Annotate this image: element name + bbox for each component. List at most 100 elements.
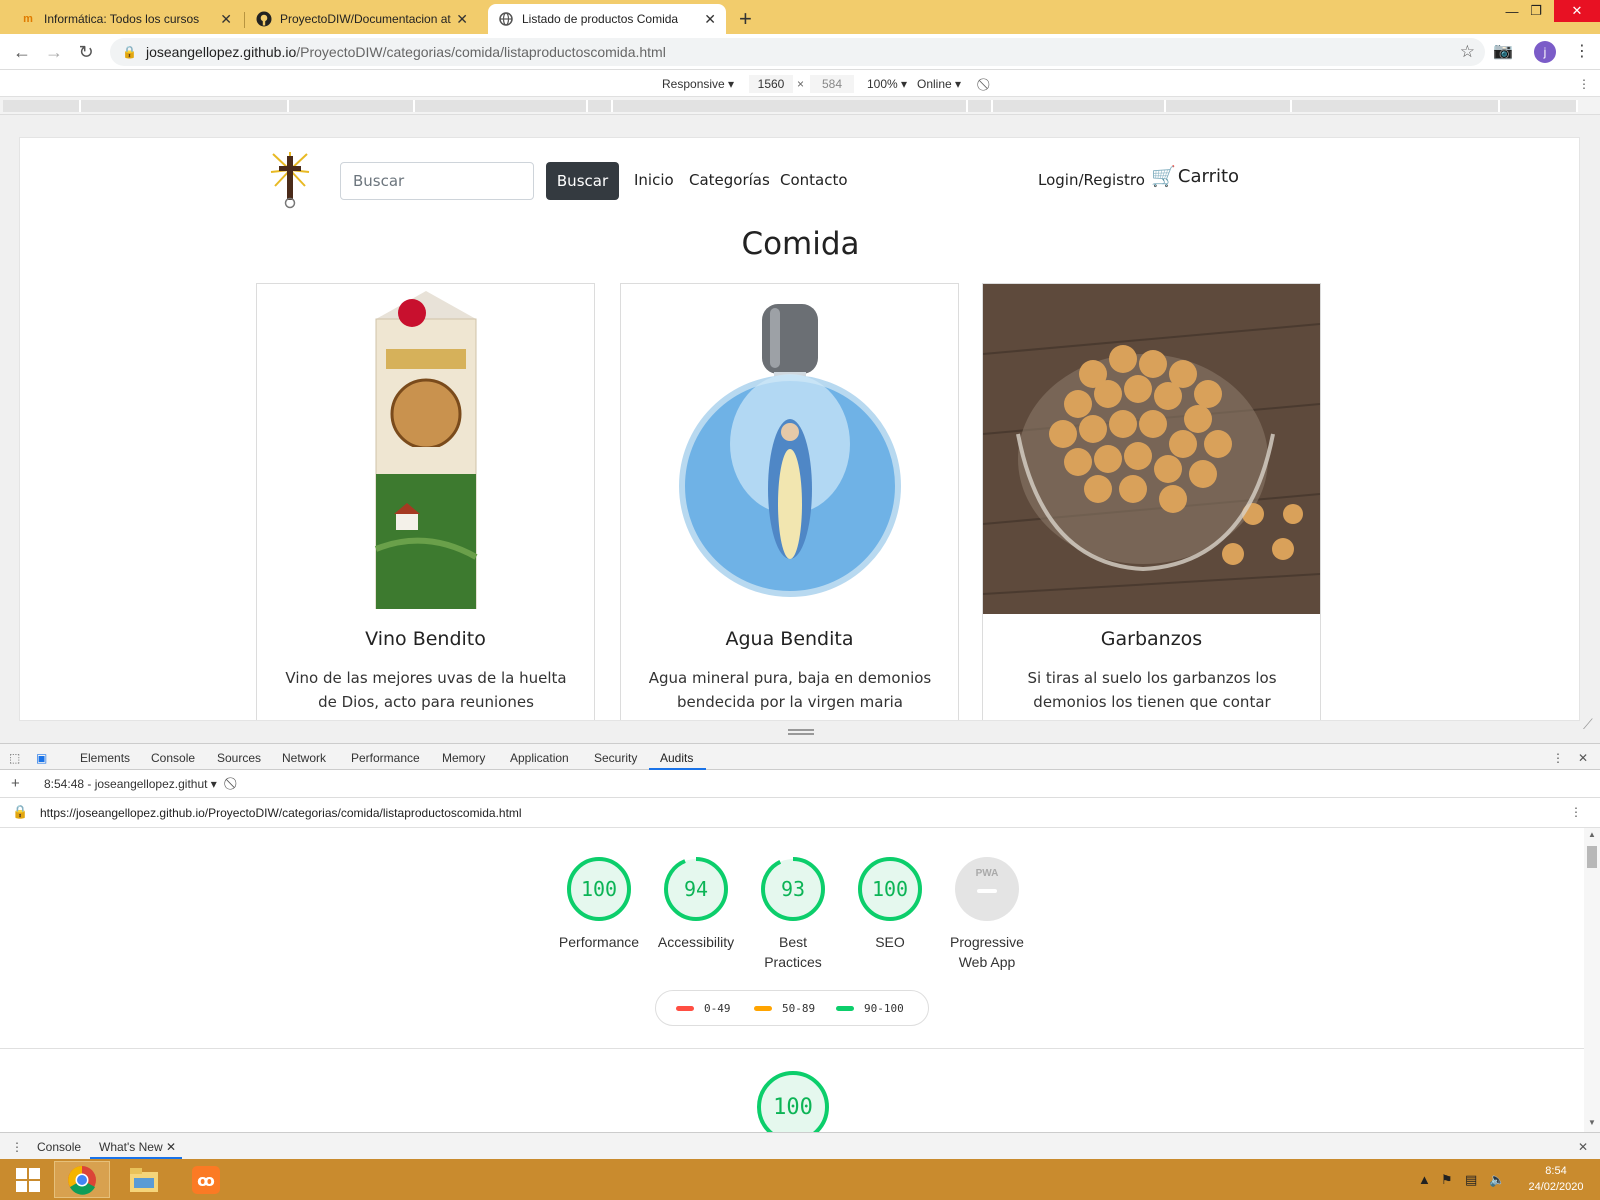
- tray-volume-icon[interactable]: 🔈: [1489, 1172, 1505, 1188]
- inspect-element-icon[interactable]: ⬚: [9, 751, 20, 765]
- nav-contacto[interactable]: Contacto: [780, 171, 848, 189]
- score-gauge-pwa[interactable]: PWA: [954, 856, 1020, 922]
- browser-menu-icon[interactable]: ⋮: [1574, 41, 1590, 61]
- back-button[interactable]: ←: [11, 41, 33, 63]
- tab-performance[interactable]: Performance: [351, 751, 420, 765]
- close-devtools-icon[interactable]: ✕: [1578, 751, 1588, 765]
- viewport-height-input[interactable]: 584: [810, 75, 854, 93]
- report-url-bar: 🔒 https://joseangellopez.github.io/Proye…: [0, 798, 1600, 828]
- site-logo[interactable]: [269, 150, 311, 210]
- tab-sources[interactable]: Sources: [217, 751, 261, 765]
- url-path: /ProyectoDIW/categorias/comida/listaprod…: [296, 44, 666, 60]
- cart-link[interactable]: 🛒 Carrito: [1151, 164, 1239, 188]
- tray-overflow-icon[interactable]: ▲: [1418, 1172, 1431, 1187]
- tab-title: Informática: Todos los cursos: [44, 12, 200, 26]
- lighthouse-icon: 🔒: [12, 804, 29, 819]
- close-tab-icon[interactable]: ✕: [456, 11, 468, 28]
- search-button[interactable]: Buscar: [546, 162, 619, 200]
- product-description: Agua mineral pura, baja en demonios bend…: [648, 669, 932, 711]
- score-gauge-accessibility[interactable]: 94: [663, 856, 729, 922]
- camera-icon[interactable]: 📷: [1493, 41, 1513, 61]
- product-description: Vino de las mejores uvas de la huelta de…: [285, 669, 567, 711]
- tab-audits[interactable]: Audits: [660, 751, 693, 765]
- report-selector[interactable]: 8:54:48 - joseangellopez.githut ▾: [44, 777, 217, 791]
- address-bar[interactable]: 🔒 joseangellopez.github.io/ProyectoDIW/c…: [110, 38, 1485, 66]
- devtools-tab-bar: ⬚ ▣ Elements Console Sources Network Per…: [0, 743, 1600, 770]
- profile-avatar[interactable]: j: [1534, 41, 1556, 63]
- tab-application[interactable]: Application: [510, 751, 569, 765]
- tab-memory[interactable]: Memory: [442, 751, 485, 765]
- reload-button[interactable]: ↻: [75, 41, 97, 63]
- browser-toolbar: ← → ↻ 🔒 joseangellopez.github.io/Proyect…: [0, 34, 1600, 70]
- search-input[interactable]: Buscar: [340, 162, 534, 200]
- dimension-x-separator: ×: [797, 77, 805, 91]
- product-card-vino[interactable]: Vino Bendito Vino de las mejores uvas de…: [256, 283, 595, 720]
- drawer-tab-whats-new[interactable]: What's New ✕: [99, 1140, 176, 1154]
- tray-flag-icon[interactable]: ⚑: [1441, 1172, 1453, 1188]
- report-scrollbar[interactable]: ▲ ▼: [1584, 828, 1600, 1132]
- nav-categorias[interactable]: Categorías: [689, 171, 770, 189]
- section-score-gauge[interactable]: 100: [756, 1070, 830, 1132]
- emulated-page: Buscar Buscar Inicio Categorías Contacto…: [19, 137, 1580, 721]
- network-throttle-select[interactable]: Online ▾: [917, 77, 961, 91]
- close-tab-icon[interactable]: ✕: [166, 1140, 176, 1154]
- devtools-menu-icon[interactable]: ⋮: [1552, 751, 1564, 765]
- scrollbar-thumb[interactable]: [1587, 846, 1597, 868]
- chrome-taskbar-icon[interactable]: [54, 1161, 110, 1198]
- media-query-ruler[interactable]: [0, 97, 1600, 115]
- close-window-button[interactable]: ✕: [1554, 0, 1600, 22]
- device-mode-select[interactable]: Responsive ▾: [662, 77, 734, 91]
- device-toolbar-menu-icon[interactable]: ⋮: [1578, 77, 1590, 91]
- taskbar-clock[interactable]: 8:54 24/02/2020: [1518, 1163, 1594, 1195]
- close-tab-icon[interactable]: ✕: [704, 11, 716, 28]
- bookmark-star-icon[interactable]: ☆: [1460, 42, 1475, 62]
- nav-inicio[interactable]: Inicio: [634, 171, 674, 189]
- drawer-menu-icon[interactable]: ⋮: [11, 1140, 23, 1154]
- report-menu-icon[interactable]: ⋮: [1570, 805, 1582, 819]
- report-divider: [0, 1048, 1584, 1049]
- xampp-taskbar-icon[interactable]: ꝏ: [178, 1161, 234, 1198]
- browser-tab-strip: m Informática: Todos los cursos ✕ Proyec…: [0, 0, 1600, 34]
- tab-security[interactable]: Security: [594, 751, 637, 765]
- tab-console[interactable]: Console: [151, 751, 195, 765]
- product-image-holy-water-bottle[interactable]: [621, 284, 958, 614]
- close-tab-icon[interactable]: ✕: [220, 11, 232, 28]
- tab-elements[interactable]: Elements: [80, 751, 130, 765]
- score-gauge-seo[interactable]: 100: [857, 856, 923, 922]
- close-drawer-icon[interactable]: ✕: [1578, 1140, 1588, 1154]
- new-audit-icon[interactable]: +: [11, 775, 20, 792]
- viewport-resize-corner-icon[interactable]: ⟋: [1583, 716, 1593, 733]
- tab-title: ProyectoDIW/Documentacion at: [280, 12, 451, 26]
- score-value: 100: [580, 877, 618, 901]
- viewport-width-input[interactable]: 1560: [749, 75, 793, 93]
- product-card-agua[interactable]: Agua Bendita Agua mineral pura, baja en …: [620, 283, 959, 720]
- globe-icon: [498, 11, 514, 27]
- product-description: Si tiras al suelo los garbanzos los demo…: [1027, 669, 1277, 711]
- windows-taskbar: ꝏ ▲ ⚑ ▤ 🔈: [0, 1159, 1600, 1200]
- browser-tab-github[interactable]: ProyectoDIW/Documentacion at ✕: [246, 4, 478, 34]
- product-image-chickpeas-bowl[interactable]: [983, 284, 1320, 614]
- drawer-tab-console[interactable]: Console: [37, 1140, 81, 1154]
- device-toggle-icon[interactable]: ▣: [36, 751, 47, 765]
- lock-icon: 🔒: [122, 45, 137, 59]
- login-register-link[interactable]: Login/Registro: [1038, 171, 1145, 189]
- tab-network[interactable]: Network: [282, 751, 326, 765]
- browser-tab-moodle[interactable]: m Informática: Todos los cursos ✕: [10, 4, 242, 34]
- product-card-garbanzos[interactable]: Garbanzos Si tiras al suelo los garbanzo…: [982, 283, 1321, 720]
- zoom-select[interactable]: 100% ▾: [867, 77, 907, 91]
- devtools-resize-handle[interactable]: [788, 729, 814, 735]
- score-gauge-best-practices[interactable]: 93: [760, 856, 826, 922]
- tray-network-icon[interactable]: ▤: [1465, 1172, 1477, 1188]
- forward-button[interactable]: →: [43, 41, 65, 63]
- product-image-wine-carton[interactable]: [257, 284, 594, 614]
- legend-fail: 0-49: [676, 1002, 731, 1015]
- device-toolbar: Responsive ▾ 1560 × 584 100% ▾ Online ▾ …: [0, 71, 1600, 97]
- report-url[interactable]: https://joseangellopez.github.io/Proyect…: [40, 806, 522, 820]
- restore-button[interactable]: ❐: [1516, 0, 1556, 22]
- file-explorer-taskbar-icon[interactable]: [116, 1161, 172, 1198]
- windows-start-icon[interactable]: [0, 1161, 56, 1198]
- score-gauge-performance[interactable]: 100: [566, 856, 632, 922]
- score-value: 94: [683, 877, 709, 901]
- new-tab-button[interactable]: +: [739, 6, 752, 32]
- browser-tab-active[interactable]: Listado de productos Comida ✕: [488, 4, 726, 34]
